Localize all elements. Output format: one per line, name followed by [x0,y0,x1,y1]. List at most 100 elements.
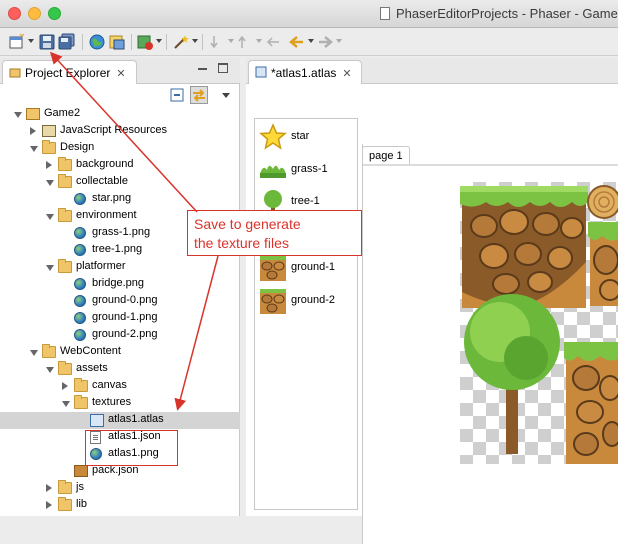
tree-item-label: ground-1.png [92,311,158,323]
main-toolbar [0,28,618,56]
expand-open-icon[interactable] [30,146,38,152]
annotation-line-1: Save to generate [194,216,301,232]
toolbar-separator [166,34,167,50]
tree-item[interactable]: ground-2.png [0,327,240,344]
tree-item[interactable]: JavaScript Resources [0,123,240,140]
tree-item[interactable]: lib [0,497,240,514]
run-dropdown-chevron-icon[interactable] [156,39,162,43]
tree-sprite [464,294,560,454]
image-file-icon [74,295,86,307]
expand-closed-icon[interactable] [30,127,36,135]
wand-dropdown-chevron-icon[interactable] [192,39,198,43]
next-annotation-chevron-icon[interactable] [228,39,234,43]
back-dropdown-chevron-icon[interactable] [308,39,314,43]
tree-item-label: tree-1.png [92,243,143,255]
previous-annotation-icon[interactable] [236,33,254,51]
save-all-icon[interactable] [58,33,76,51]
tree-item-label: js [76,481,84,493]
tree-item-label: atlas1.atlas [108,413,164,425]
tree-item[interactable]: textures [0,395,240,412]
export-icon[interactable] [108,33,126,51]
tab-page-1[interactable]: page 1 [362,146,410,165]
folder-icon [42,140,56,154]
title-bar: PhaserEditorProjects - Phaser - Game [0,0,618,28]
tree-item-label: environment [76,209,137,221]
folder-icon [58,497,72,511]
tree-item[interactable]: star.png [0,191,240,208]
minimize-window-button[interactable] [28,7,41,20]
atlas-sprites [460,185,618,464]
tree-item[interactable]: canvas [0,378,240,395]
expand-closed-icon[interactable] [46,501,52,509]
document-icon [380,7,390,20]
tree-item[interactable]: assets [0,361,240,378]
close-window-button[interactable] [8,7,21,20]
tree-item[interactable]: platformer [0,259,240,276]
folder-icon [74,395,88,409]
run-icon[interactable] [136,33,154,51]
globe-icon[interactable] [88,33,106,51]
image-file-icon [74,193,86,205]
frame-item[interactable]: ground-1 [255,252,359,282]
previous-annotation-chevron-icon[interactable] [256,39,262,43]
tree-item[interactable]: Game2 [0,106,240,123]
tree-item-label: Game2 [44,107,81,119]
tree-item-label: grass-1.png [92,226,151,238]
frame-item[interactable]: star [255,121,359,151]
view-menu-chevron-icon[interactable] [222,93,230,98]
tab-atlas1-atlas-label: *atlas1.atlas [271,66,337,80]
atlas-texture-preview[interactable] [460,182,618,464]
tree-item-label: star.png [92,192,132,204]
project-explorer-toolbar [0,84,240,106]
collapse-all-icon[interactable] [170,88,184,102]
tree-item[interactable]: Design [0,140,240,157]
tree-item[interactable]: ground-1.png [0,310,240,327]
expand-open-icon[interactable] [30,350,38,356]
wand-icon[interactable] [172,33,190,51]
tree-item[interactable]: WebContent [0,344,240,361]
save-icon[interactable] [38,33,56,51]
expand-open-icon[interactable] [14,112,22,118]
tree-item[interactable]: ground-0.png [0,293,240,310]
maximize-view-icon[interactable] [218,63,228,73]
frame-item[interactable]: ground-2 [255,285,359,315]
forward-dropdown-chevron-icon[interactable] [336,39,342,43]
expand-open-icon[interactable] [46,265,54,271]
tree-item[interactable]: js [0,480,240,497]
tree-item-label: WebContent [60,345,121,357]
new-dropdown-chevron-icon[interactable] [28,39,34,43]
tab-project-explorer[interactable]: Project Explorer ✕ [2,60,137,84]
expand-closed-icon[interactable] [46,484,52,492]
tree-item-label: lib [76,498,88,510]
tab-atlas1-atlas[interactable]: *atlas1.atlas ✕ [248,60,362,84]
tree-item[interactable]: bridge.png [0,276,240,293]
forward-arrow-icon[interactable] [316,33,334,51]
back-arrow-icon[interactable] [288,33,306,51]
image-file-icon [74,227,86,239]
frame-label: ground-2 [291,294,336,306]
image-file-icon [74,278,86,290]
new-wizard-icon[interactable] [8,33,26,51]
minimize-view-icon[interactable] [198,68,207,70]
link-with-editor-icon[interactable] [190,86,208,104]
zoom-window-button[interactable] [48,7,61,20]
expand-open-icon[interactable] [46,214,54,220]
next-annotation-icon[interactable] [208,33,226,51]
ground-block-sprite [564,342,618,464]
frame-item[interactable]: grass-1 [255,154,359,184]
tree-item[interactable]: atlas1.atlas [0,412,240,429]
expand-open-icon[interactable] [46,367,54,373]
last-edit-icon[interactable] [264,33,282,51]
close-tab-icon[interactable]: ✕ [342,68,351,80]
tree-item[interactable]: collectable [0,174,240,191]
tree-item-label: assets [76,362,108,374]
tree-item[interactable]: background [0,157,240,174]
expand-closed-icon[interactable] [46,161,52,169]
annotation-callout: Save to generate the texture files [187,210,362,256]
close-tab-icon[interactable]: ✕ [116,68,125,80]
expand-closed-icon[interactable] [62,382,68,390]
tree-item-label: bridge.png [92,277,144,289]
expand-open-icon[interactable] [62,401,70,407]
tab-project-explorer-label: Project Explorer [25,66,111,80]
expand-open-icon[interactable] [46,180,54,186]
